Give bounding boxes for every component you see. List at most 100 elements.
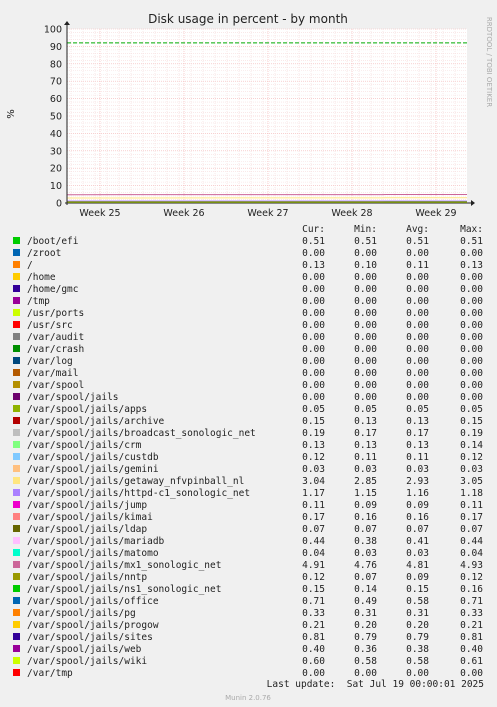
y-tick-label: 90 [50, 42, 62, 53]
legend-value-avg: 0.41 [406, 536, 429, 547]
legend-swatch [13, 645, 20, 652]
legend-value-min: 0.00 [354, 392, 377, 403]
legend-swatch [13, 537, 20, 544]
legend-value-min: 0.14 [354, 584, 377, 595]
legend-label: /boot/efi [27, 236, 79, 247]
legend-swatch [13, 369, 20, 376]
legend-value-cur: 0.81 [302, 632, 325, 643]
x-tick-label: Week 28 [331, 208, 372, 219]
legend-label: /var/log [27, 356, 73, 367]
legend-value-avg: 0.31 [406, 608, 429, 619]
legend-value-avg: 0.00 [406, 308, 429, 319]
legend-value-cur: 0.00 [302, 668, 325, 679]
legend-value-cur: 0.00 [302, 368, 325, 379]
legend-value-max: 0.15 [460, 416, 483, 427]
legend-swatch [13, 345, 20, 352]
y-tick-label: 30 [50, 146, 62, 157]
legend-swatch [13, 309, 20, 316]
x-tick-label: Week 25 [79, 208, 120, 219]
legend-swatch [13, 477, 20, 484]
y-tick-label: 60 [50, 94, 62, 105]
legend-value-min: 0.00 [354, 668, 377, 679]
y-tick-label: 40 [50, 129, 62, 140]
legend-swatch [13, 321, 20, 328]
legend-value-max: 0.00 [460, 308, 483, 319]
x-tick-label: Week 26 [163, 208, 204, 219]
legend-value-min: 0.10 [354, 260, 377, 271]
legend-value-min: 0.00 [354, 248, 377, 259]
legend-value-cur: 0.33 [302, 608, 325, 619]
legend-swatch [13, 393, 20, 400]
legend-value-min: 0.00 [354, 284, 377, 295]
y-tick-label: 70 [50, 77, 62, 88]
legend-value-cur: 0.03 [302, 464, 325, 475]
legend-value-cur: 0.00 [302, 356, 325, 367]
legend-value-cur: 0.44 [302, 536, 325, 547]
legend-value-max: 0.00 [460, 356, 483, 367]
legend-value-cur: 0.00 [302, 380, 325, 391]
legend-value-max: 0.00 [460, 296, 483, 307]
legend-value-min: 0.00 [354, 272, 377, 283]
legend-value-max: 0.61 [460, 656, 483, 667]
legend-value-cur: 0.00 [302, 308, 325, 319]
legend-value-cur: 0.04 [302, 548, 325, 559]
legend-value-min: 0.11 [354, 452, 377, 463]
legend-value-avg: 0.58 [406, 596, 429, 607]
legend-value-avg: 0.00 [406, 668, 429, 679]
legend-label: /tmp [27, 296, 50, 307]
legend-value-avg: 0.51 [406, 236, 429, 247]
legend-value-cur: 4.91 [302, 560, 325, 571]
legend-swatch [13, 657, 20, 664]
legend-value-max: 0.00 [460, 332, 483, 343]
legend-swatch [13, 357, 20, 364]
legend-value-min: 0.13 [354, 440, 377, 451]
legend-value-max: 0.81 [460, 632, 483, 643]
legend-value-cur: 0.40 [302, 644, 325, 655]
legend-label: /home/gmc [27, 284, 78, 295]
legend-label: /var/spool/jails/getaway_nfvpinball_nl [27, 476, 244, 487]
legend-label: /var/spool/jails/ldap [27, 524, 147, 535]
legend-swatch [13, 465, 20, 472]
legend-value-avg: 4.81 [406, 560, 429, 571]
legend-label: /var/spool/jails/matomo [27, 548, 159, 559]
legend-value-cur: 0.12 [302, 452, 325, 463]
legend-swatch [13, 417, 20, 424]
legend-label: /var/spool/jails/web [27, 644, 142, 655]
legend-swatch [13, 669, 20, 676]
legend-value-max: 0.05 [460, 404, 483, 415]
legend-value-max: 0.00 [460, 344, 483, 355]
legend-value-max: 0.03 [460, 464, 483, 475]
legend-value-max: 0.04 [460, 548, 483, 559]
legend-value-avg: 0.17 [406, 428, 429, 439]
legend-value-cur: 0.00 [302, 296, 325, 307]
legend-swatch [13, 333, 20, 340]
legend-value-max: 0.00 [460, 284, 483, 295]
legend-swatch [13, 621, 20, 628]
legend-swatch [13, 561, 20, 568]
legend-value-max: 4.93 [460, 560, 483, 571]
legend-header-avg: Avg: [406, 224, 429, 235]
legend-value-min: 0.03 [354, 548, 377, 559]
y-tick-label: 50 [50, 112, 62, 123]
legend-value-max: 0.00 [460, 380, 483, 391]
legend-header-cur: Cur: [302, 224, 325, 235]
legend-label: /var/spool/jails/archive [27, 416, 165, 427]
legend-value-avg: 0.00 [406, 344, 429, 355]
legend-value-avg: 0.09 [406, 500, 429, 511]
legend-value-avg: 0.15 [406, 584, 429, 595]
legend-value-avg: 0.05 [406, 404, 429, 415]
legend-label: /var/spool/jails/office [27, 596, 159, 607]
legend-value-avg: 0.03 [406, 548, 429, 559]
legend-value-avg: 0.00 [406, 332, 429, 343]
legend-label: /var/tmp [27, 668, 73, 679]
legend-label: /var/spool/jails/wiki [27, 656, 147, 667]
y-tick-label: 10 [50, 181, 62, 192]
legend-value-cur: 0.00 [302, 392, 325, 403]
legend-label: /var/spool/jails/mx1_sonologic_net [27, 560, 221, 571]
legend-label: /var/spool/jails/progow [27, 620, 159, 631]
legend-swatch [13, 549, 20, 556]
legend-value-cur: 0.00 [302, 332, 325, 343]
legend-value-avg: 0.00 [406, 272, 429, 283]
y-axis-label: % [6, 109, 17, 119]
legend-value-cur: 0.21 [302, 620, 325, 631]
